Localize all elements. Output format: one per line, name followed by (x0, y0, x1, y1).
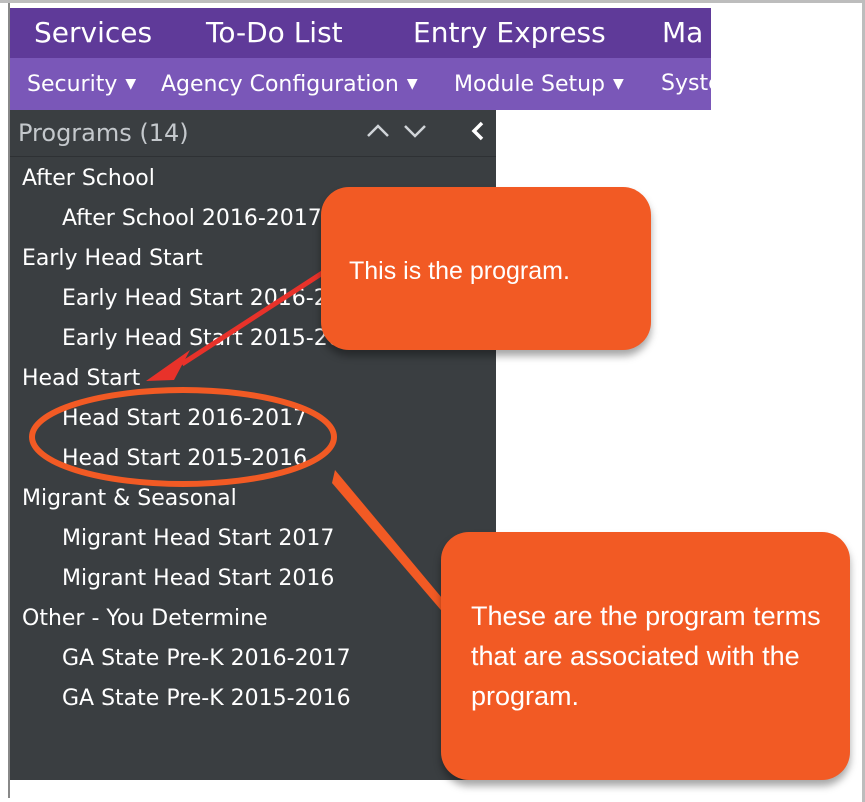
callout-terms-text: These are the program terms that are ass… (471, 601, 821, 711)
callout-program-text: This is the program. (349, 257, 570, 285)
callout-pointer-terms (332, 470, 452, 616)
highlight-ellipse (29, 387, 337, 487)
arrow-shaft (180, 267, 329, 367)
callout-terms: These are the program terms that are ass… (441, 532, 850, 780)
callout-program: This is the program. (321, 187, 651, 350)
